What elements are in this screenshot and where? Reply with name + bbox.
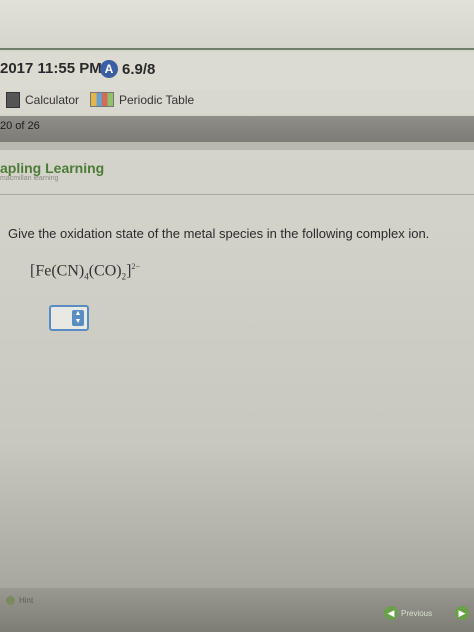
complex-ion-formula: [Fe(CN)4(CO)2]2−: [30, 262, 140, 282]
brand-logo: apling Learning macmillan learning: [0, 160, 104, 182]
periodic-table-button[interactable]: Periodic Table: [90, 92, 194, 107]
periodic-table-icon: [90, 92, 114, 107]
previous-button[interactable]: ◀ Previous: [384, 606, 432, 620]
score-value: 6.9/8: [122, 60, 156, 78]
hint-button[interactable]: Hint: [6, 596, 33, 605]
calculator-button[interactable]: Calculator: [6, 92, 79, 108]
page-counter: 20 of 26: [0, 120, 40, 132]
question-prompt: Give the oxidation state of the metal sp…: [8, 226, 430, 241]
periodic-table-label: Periodic Table: [119, 92, 195, 107]
stepper-down-icon[interactable]: ▼: [75, 318, 82, 326]
toolbar: Calculator Periodic Table: [0, 90, 474, 114]
stepper-control[interactable]: ▲ ▼: [72, 310, 84, 326]
divider: [0, 194, 474, 195]
pagination-bar: 20 of 26: [0, 116, 474, 142]
next-arrow-icon[interactable]: ▶: [455, 606, 469, 620]
calculator-icon: [6, 92, 20, 108]
formula-charge: 2−: [131, 262, 140, 271]
oxidation-state-input[interactable]: ▲ ▼: [49, 305, 89, 331]
previous-arrow-icon: ◀: [384, 606, 398, 620]
top-strip: [0, 0, 474, 50]
previous-label: Previous: [401, 608, 433, 618]
calculator-label: Calculator: [25, 93, 80, 107]
brand-title: apling Learning: [0, 160, 105, 176]
brand-subtitle: macmillan learning: [0, 175, 59, 182]
hint-icon: [6, 596, 15, 605]
pagination-bar-lower: [0, 142, 474, 150]
formula-mid: (CO): [88, 262, 122, 280]
stepper-up-icon[interactable]: ▲: [75, 310, 82, 318]
hint-label: Hint: [19, 596, 34, 605]
score-area: A 6.9/8: [100, 60, 155, 78]
score-badge-icon: A: [100, 60, 118, 78]
formula-open: [Fe(CN): [30, 262, 85, 280]
datetime: 2017 11:55 PM: [0, 60, 102, 77]
